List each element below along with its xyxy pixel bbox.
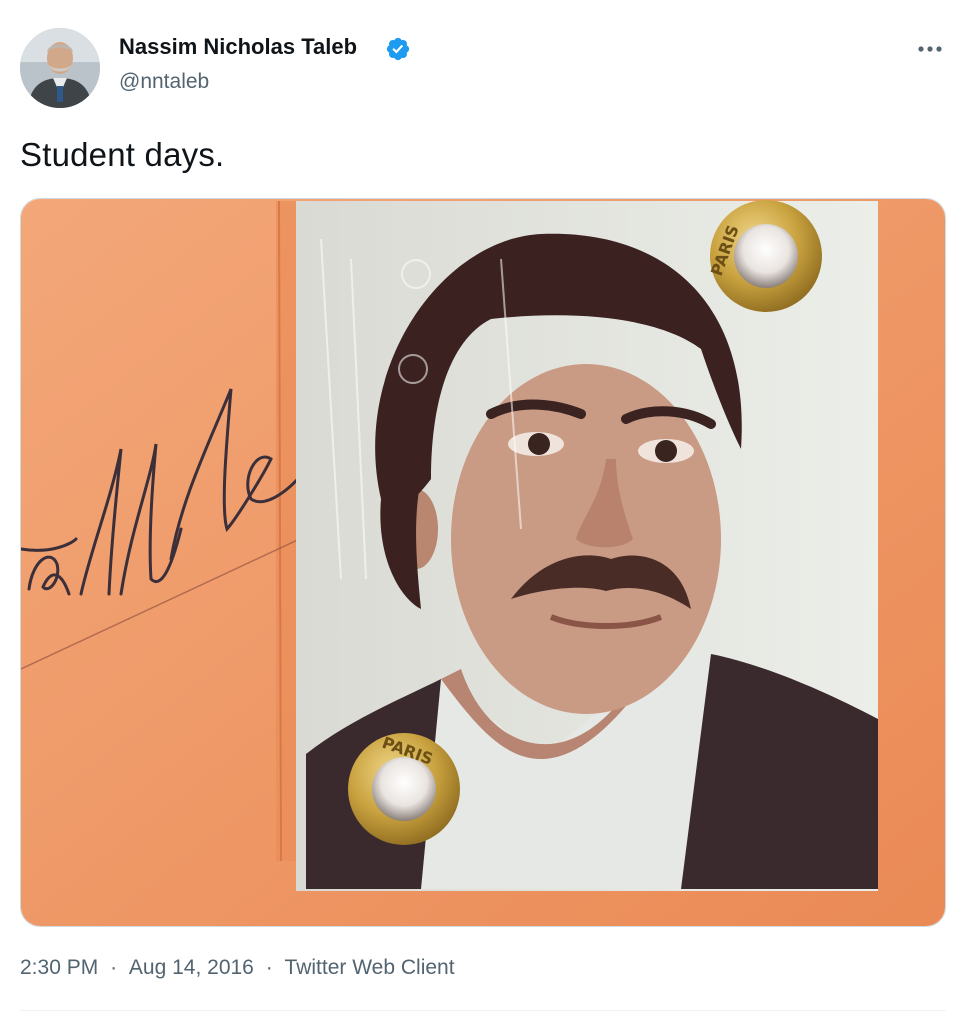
tweet-time[interactable]: 2:30 PM xyxy=(20,956,98,980)
avatar-image xyxy=(20,28,100,108)
avatar[interactable] xyxy=(20,28,100,108)
meta-separator: · xyxy=(110,956,118,979)
photo-image: PARIS PARIS xyxy=(21,199,945,926)
meta-separator: · xyxy=(265,956,273,979)
more-options-button[interactable] xyxy=(912,34,948,64)
tweet-date[interactable]: Aug 14, 2016 xyxy=(129,956,254,980)
divider xyxy=(20,1010,946,1011)
more-horizontal-icon xyxy=(918,46,942,52)
tweet-card: Nassim Nicholas Taleb @nntaleb Student d… xyxy=(0,0,964,1024)
tweet-source[interactable]: Twitter Web Client xyxy=(285,956,455,980)
author-handle[interactable]: @nntaleb xyxy=(119,70,209,94)
author-name[interactable]: Nassim Nicholas Taleb xyxy=(119,34,357,60)
tweet-text: Student days. xyxy=(20,136,225,173)
tweet-meta: 2:30 PM · Aug 14, 2016 · Twitter Web Cli… xyxy=(20,956,455,980)
eyelet-bottom: PARIS xyxy=(348,733,460,845)
verified-badge-icon xyxy=(386,37,410,61)
tweet-media[interactable]: PARIS PARIS xyxy=(20,198,946,927)
